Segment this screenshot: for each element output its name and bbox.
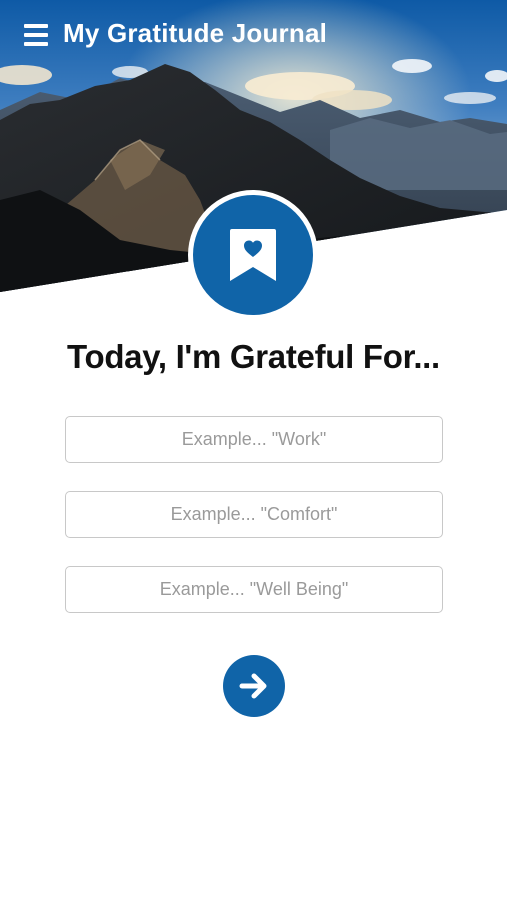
journal-badge xyxy=(188,190,318,320)
page-headline: Today, I'm Grateful For... xyxy=(67,338,440,375)
gratitude-input-comfort[interactable] xyxy=(65,491,443,538)
gratitude-journal-screen: My Gratitude Journal Today, I'm Grateful… xyxy=(0,0,507,900)
app-title: My Gratitude Journal xyxy=(63,18,328,48)
hamburger-menu-icon[interactable] xyxy=(24,24,48,46)
next-button[interactable] xyxy=(223,655,285,717)
app-header: My Gratitude Journal xyxy=(0,0,507,72)
arrow-right-icon xyxy=(239,673,267,699)
gratitude-input-work[interactable] xyxy=(65,416,443,463)
gratitude-input-well-being[interactable] xyxy=(65,566,443,613)
badge-circle xyxy=(193,195,313,315)
bookmark-heart-icon xyxy=(230,229,276,281)
